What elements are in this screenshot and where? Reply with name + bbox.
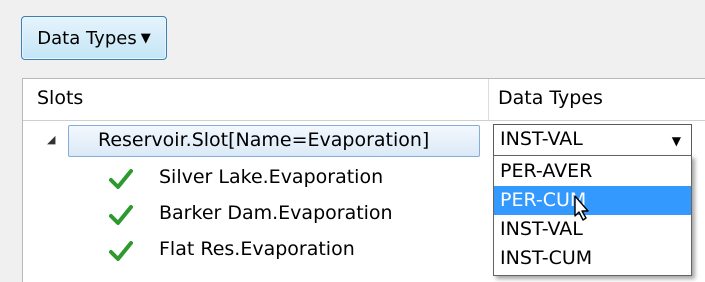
- slot-label: Silver Lake.Evaporation: [159, 166, 384, 188]
- list-item[interactable]: Silver Lake.Evaporation: [23, 162, 483, 198]
- slot-label: Flat Res.Evaporation: [159, 238, 355, 260]
- check-icon: [109, 169, 133, 189]
- dropdown-arrow-icon[interactable]: ▼: [672, 134, 681, 148]
- list-item[interactable]: Barker Dam.Evaporation: [23, 198, 483, 234]
- check-icon: [109, 241, 133, 261]
- column-divider[interactable]: [488, 79, 489, 120]
- list-item[interactable]: Flat Res.Evaporation: [23, 234, 483, 270]
- column-header-data-types[interactable]: Data Types: [498, 87, 603, 109]
- slots-grid: Slots Data Types ◢ Reservoir.Slot[Name=E…: [22, 78, 705, 282]
- data-types-button-label: Data Types: [37, 27, 137, 49]
- dropdown-option-inst-cum[interactable]: INST-CUM: [494, 244, 691, 273]
- data-type-combobox[interactable]: INST-VAL ▼: [493, 124, 692, 156]
- data-type-value: INST-VAL: [500, 128, 583, 150]
- mouse-cursor-icon: [574, 195, 589, 221]
- check-icon: [109, 205, 133, 225]
- parent-slot-label: Reservoir.Slot[Name=Evaporation]: [98, 129, 430, 151]
- collapse-arrow-icon[interactable]: ◢: [47, 133, 55, 146]
- column-header-slots[interactable]: Slots: [37, 87, 83, 109]
- data-types-button[interactable]: Data Types ▼: [21, 16, 167, 60]
- chevron-down-icon: ▼: [140, 30, 151, 46]
- grid-header: Slots Data Types: [23, 79, 705, 121]
- slot-label: Barker Dam.Evaporation: [159, 202, 393, 224]
- dropdown-option-per-aver[interactable]: PER-AVER: [494, 157, 691, 186]
